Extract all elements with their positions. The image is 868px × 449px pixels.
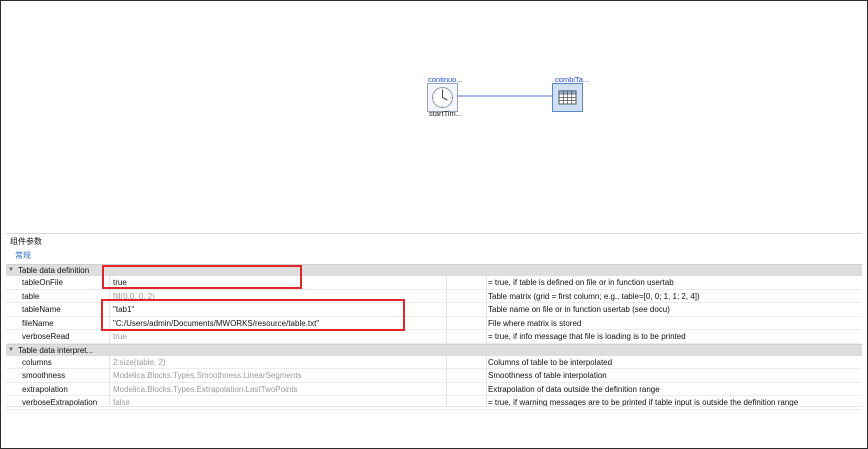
panel-title: 组件参数 [10,237,42,246]
param-name: columns [22,357,52,367]
param-value-field[interactable]: true [113,330,127,343]
clock-block-bottom-label: startTim... [429,109,463,118]
clock-icon [432,87,453,108]
highlight-box-file-params [101,299,405,331]
param-row-columns[interactable]: columns 2:size(table, 2) Columns of tabl… [6,356,862,369]
param-value-field[interactable]: false [113,396,130,409]
collapse-triangle-icon[interactable]: ▼ [8,345,14,356]
param-value-field[interactable]: Modelica.Blocks.Types.Extrapolation.Last… [113,383,298,396]
param-row-extrapolation[interactable]: extrapolation Modelica.Blocks.Types.Extr… [6,383,862,396]
param-name: extrapolation [22,384,68,394]
param-value-field[interactable]: Modelica.Blocks.Types.Smoothness.LinearS… [113,369,302,382]
param-name: tableOnFile [22,278,63,287]
param-row-verboseRead[interactable]: verboseRead true = true, if info message… [6,330,862,344]
param-description: Columns of table to be interpolated [488,357,613,367]
param-value-field[interactable]: 2:size(table, 2) [113,356,165,369]
param-name: fileName [22,318,54,328]
clock-block[interactable] [427,83,458,112]
collapse-triangle-icon[interactable]: ▼ [8,265,14,276]
group-title: Table data interpret... [18,345,94,355]
table-grid-icon [558,90,577,105]
param-name: tableName [22,305,61,314]
param-description: File where matrix is stored [488,318,582,328]
param-description: = true, if table is defined on file or i… [488,278,674,287]
param-name: verboseExtrapolation [22,398,98,407]
tab-general[interactable]: 常规 [15,250,31,261]
combi-table-block[interactable] [552,83,583,112]
param-description: = true, if info message that file is loa… [488,332,686,341]
group-title: Table data definition [18,266,90,275]
param-name: table [22,291,40,301]
table-bottom-border [6,406,862,407]
param-row-smoothness[interactable]: smoothness Modelica.Blocks.Types.Smoothn… [6,369,862,383]
group-header-table-data-interpretation[interactable]: ▼ Table data interpret... [6,343,862,356]
panel-divider [6,233,862,234]
highlight-box-tableOnFile [102,265,302,289]
param-description: Table matrix (grid = first column; e.g.,… [488,291,700,301]
param-description: Smoothness of table interpolation [488,371,607,380]
param-description: Table name on file or in function userta… [488,305,670,314]
param-description: = true, if warning messages are to be pr… [488,398,799,407]
param-row-verboseExtrapolation[interactable]: verboseExtrapolation false = true, if wa… [6,396,862,410]
param-description: Extrapolation of data outside the defini… [488,384,660,394]
param-name: smoothness [22,371,66,380]
param-name: verboseRead [22,332,70,341]
